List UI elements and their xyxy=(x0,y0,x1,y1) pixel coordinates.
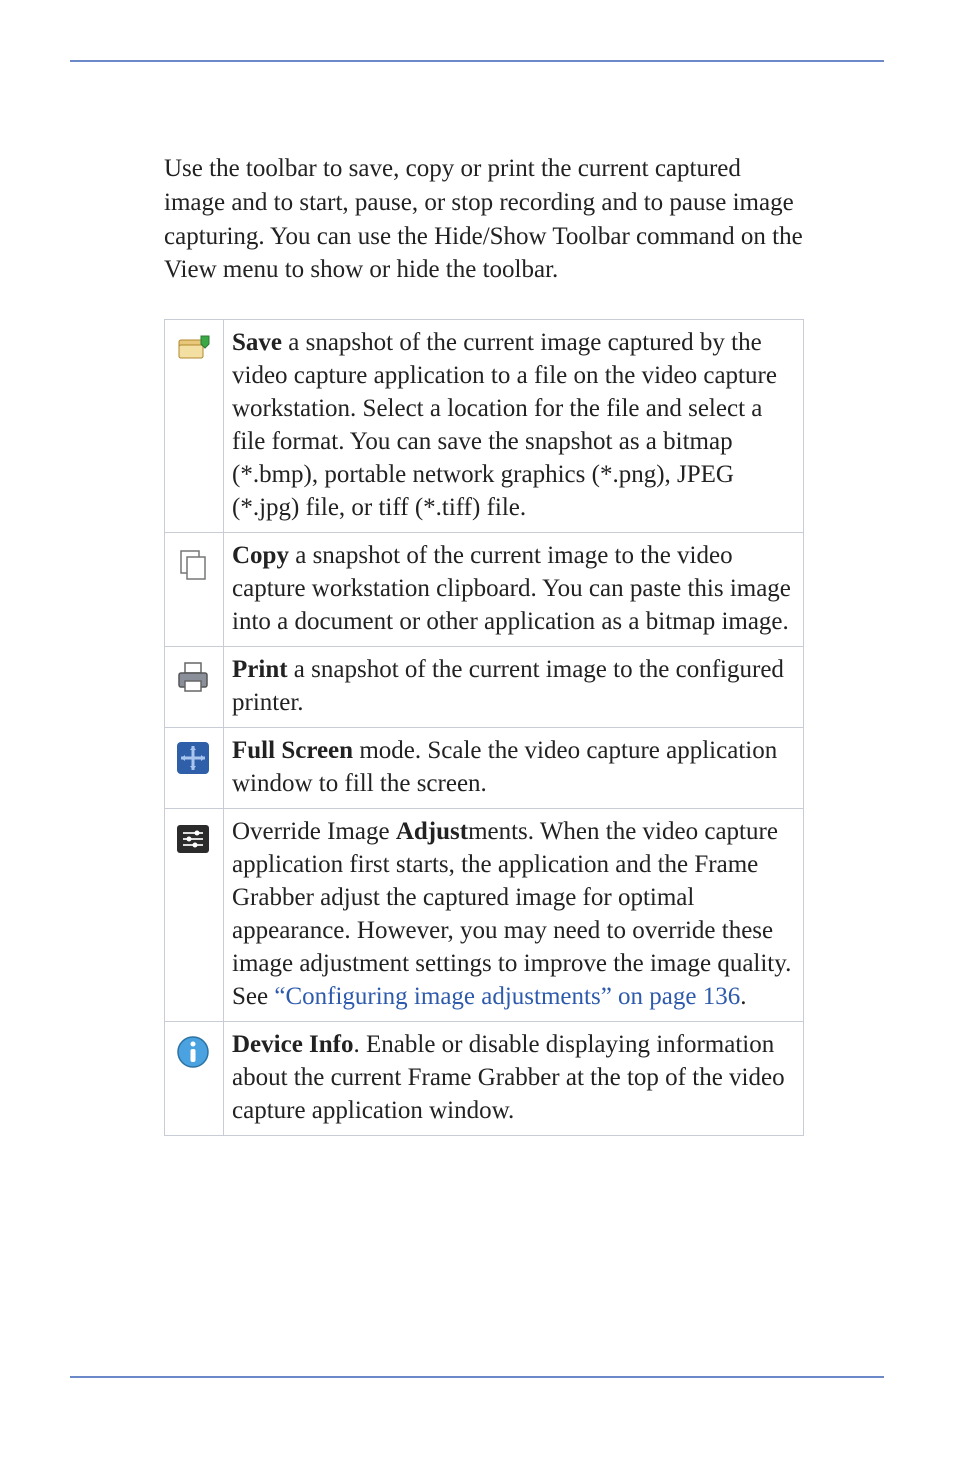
description-text: a snapshot of the current image to the c… xyxy=(232,656,784,716)
post-text: . xyxy=(740,983,746,1010)
top-rule xyxy=(70,60,884,62)
bold-term: Device Info xyxy=(232,1031,354,1058)
cross-reference-link[interactable]: “Configuring image adjustments” on page … xyxy=(274,983,740,1010)
table-row: Device Info. Enable or disable displayin… xyxy=(165,1022,804,1136)
toolbar-description-table: Save a snapshot of the current image cap… xyxy=(164,319,804,1136)
icon-cell xyxy=(165,320,224,533)
bold-term: Print xyxy=(232,656,288,683)
description-cell: Full Screen mode. Scale the video captur… xyxy=(224,728,804,809)
icon-cell xyxy=(165,728,224,809)
fullscreen-icon xyxy=(173,738,213,778)
description-cell: Print a snapshot of the current image to… xyxy=(224,647,804,728)
description-cell: Copy a snapshot of the current image to … xyxy=(224,533,804,647)
table-row: Copy a snapshot of the current image to … xyxy=(165,533,804,647)
document-page: Use the toolbar to save, copy or print t… xyxy=(0,0,954,1438)
icon-cell xyxy=(165,1022,224,1136)
bold-term: Save xyxy=(232,329,282,356)
save-icon xyxy=(173,330,213,370)
info-icon xyxy=(173,1032,213,1072)
bottom-rule xyxy=(70,1376,884,1378)
table-row: Save a snapshot of the current image cap… xyxy=(165,320,804,533)
pre-text: Override Image xyxy=(232,818,396,845)
adjust-icon xyxy=(173,819,213,859)
table-row: Print a snapshot of the current image to… xyxy=(165,647,804,728)
description-text: a snapshot of the current image to the v… xyxy=(232,542,791,635)
bold-term: Adjust xyxy=(396,818,468,845)
description-text: ments. When the video capture applicatio… xyxy=(232,818,791,1010)
description-cell: Device Info. Enable or disable displayin… xyxy=(224,1022,804,1136)
bold-term: Full Screen xyxy=(232,737,353,764)
copy-icon xyxy=(173,543,213,583)
description-text: a snapshot of the current image captured… xyxy=(232,329,777,521)
description-cell: Override Image Adjustments. When the vid… xyxy=(224,809,804,1022)
table-row: Override Image Adjustments. When the vid… xyxy=(165,809,804,1022)
print-icon xyxy=(173,657,213,697)
intro-paragraph: Use the toolbar to save, copy or print t… xyxy=(164,152,804,287)
table-row: Full Screen mode. Scale the video captur… xyxy=(165,728,804,809)
icon-cell xyxy=(165,809,224,1022)
description-cell: Save a snapshot of the current image cap… xyxy=(224,320,804,533)
bold-term: Copy xyxy=(232,542,289,569)
icon-cell xyxy=(165,647,224,728)
icon-cell xyxy=(165,533,224,647)
